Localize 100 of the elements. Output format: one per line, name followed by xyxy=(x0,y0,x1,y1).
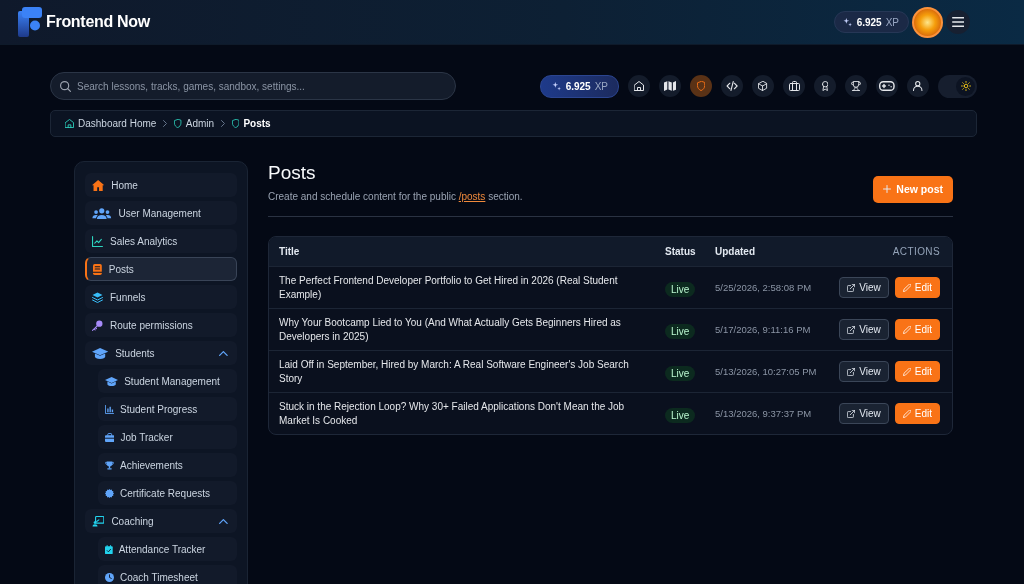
line-chart-icon xyxy=(92,235,103,247)
pencil-icon xyxy=(902,409,911,418)
briefcase-icon xyxy=(788,81,800,91)
house-icon xyxy=(634,81,644,91)
clock-icon xyxy=(105,572,114,582)
view-button[interactable]: View xyxy=(839,403,889,424)
updated-date: 5/13/2026, 9:37:37 PM xyxy=(714,408,813,419)
sidebar-item[interactable]: Student Progress xyxy=(98,397,237,421)
sidebar-item[interactable]: Funnels xyxy=(85,285,237,309)
toolbar-button[interactable] xyxy=(907,75,929,97)
house-icon xyxy=(65,119,74,128)
chevron-right-icon xyxy=(221,120,226,127)
sidebar-item[interactable]: Achievements xyxy=(98,453,237,477)
updated-date: 5/17/2026, 9:11:16 PM xyxy=(714,324,812,335)
toolbar-button[interactable] xyxy=(721,75,743,97)
page-description: Create and schedule content for the public /posts section. xyxy=(268,191,523,203)
post-title: The Perfect Frontend Developer Portfolio to Get Hired in 2026 (Real Student Example) xyxy=(278,273,619,302)
sidebar-item[interactable]: Student Management xyxy=(98,369,237,393)
code-icon xyxy=(725,81,739,91)
post-title: Stuck in the Rejection Loop? Why 30+ Failed Applications Don't Mean the Job Market Is Cooked xyxy=(278,399,626,428)
search-field[interactable]: Search lessons, tracks, games, sandbox, settings... xyxy=(50,72,456,100)
pencil-icon xyxy=(902,283,911,292)
trophy-icon xyxy=(105,460,114,470)
search-icon xyxy=(60,80,71,92)
sidebar-item[interactable]: Coaching xyxy=(85,509,237,533)
avatar[interactable] xyxy=(912,6,943,38)
sidebar-item[interactable]: Attendance Tracker xyxy=(98,537,237,561)
sidebar-item[interactable]: Home xyxy=(85,173,237,197)
toolbar-button[interactable] xyxy=(814,75,836,97)
toolbar-button[interactable] xyxy=(845,75,867,97)
user-icon xyxy=(913,81,923,91)
gamepad-icon xyxy=(879,81,895,91)
toolbar-button[interactable] xyxy=(783,75,805,97)
trophy-icon xyxy=(851,81,861,91)
status-badge: Live xyxy=(665,407,696,423)
view-button[interactable]: View xyxy=(839,277,889,298)
bar-chart-icon xyxy=(105,404,114,414)
post-title: Why Your Bootcamp Lied to You (And What Actually Gets Beginners Hired as Developers in 2025) xyxy=(278,315,622,344)
pencil-icon xyxy=(902,325,911,334)
map-icon xyxy=(663,81,677,91)
sun-icon xyxy=(960,81,971,91)
logo-icon xyxy=(18,7,42,37)
external-link-icon xyxy=(847,283,856,292)
sidebar-item[interactable]: Students xyxy=(85,341,237,365)
sidebar-item[interactable]: User Management xyxy=(85,201,237,225)
toolbar-button[interactable] xyxy=(628,75,650,97)
sparkles-icon xyxy=(843,17,853,27)
status-badge: Live xyxy=(665,281,696,297)
external-link-icon xyxy=(847,325,856,334)
sidebar-item[interactable]: Certificate Requests xyxy=(98,481,237,505)
users-icon xyxy=(92,207,112,219)
posts-link[interactable]: /posts xyxy=(458,191,486,202)
plus-icon xyxy=(883,185,892,193)
xp-unit: XP xyxy=(594,80,608,92)
column-header: ACTIONS xyxy=(891,246,941,257)
medal-icon xyxy=(821,81,829,91)
key-icon xyxy=(92,319,103,331)
toolbar-button[interactable] xyxy=(752,75,774,97)
toolbar-button[interactable] xyxy=(876,75,898,97)
breadcrumb-link[interactable]: Admin xyxy=(174,118,215,129)
toolbar-button[interactable] xyxy=(659,75,681,97)
pencil-icon xyxy=(902,367,911,376)
shield-icon xyxy=(174,119,182,128)
chevron-right-icon xyxy=(163,120,168,127)
shield-icon xyxy=(232,119,240,128)
layers-icon xyxy=(92,291,103,303)
status-badge: Live xyxy=(665,365,696,381)
page-title: Posts xyxy=(268,161,317,185)
breadcrumb-link[interactable]: Dashboard Home xyxy=(65,118,157,129)
updated-date: 5/13/2026, 10:27:05 PM xyxy=(714,366,818,377)
xp-value: 6.925 xyxy=(856,16,882,28)
menu-button[interactable] xyxy=(946,10,970,34)
sidebar-item[interactable]: Job Tracker xyxy=(98,425,237,449)
view-button[interactable]: View xyxy=(839,319,889,340)
calendar-check-icon xyxy=(105,544,113,554)
sidebar-item[interactable]: Route permissions xyxy=(85,313,237,337)
briefcase-icon xyxy=(105,432,115,442)
sparkles-icon xyxy=(552,81,562,91)
menu-icon xyxy=(951,17,965,27)
column-header: Updated xyxy=(714,246,756,257)
xp-unit: XP xyxy=(885,16,899,28)
theme-toggle[interactable] xyxy=(938,74,977,98)
sidebar-item[interactable]: Posts xyxy=(85,257,237,281)
seal-badge-icon xyxy=(105,488,114,498)
column-header: Status xyxy=(664,246,697,257)
breadcrumb-link[interactable]: Posts xyxy=(232,118,271,129)
external-link-icon xyxy=(847,367,856,376)
sidebar-item[interactable]: Coach Timesheet xyxy=(98,565,237,584)
sidebar-item[interactable]: Sales Analytics xyxy=(85,229,237,253)
chalkboard-icon xyxy=(92,515,105,527)
graduation-cap-icon xyxy=(92,347,109,359)
cube-icon xyxy=(758,81,768,91)
shield-icon xyxy=(696,81,706,91)
graduation-cap-icon xyxy=(105,376,119,386)
status-badge: Live xyxy=(665,323,696,339)
brand-name: Frontend Now xyxy=(46,13,150,31)
updated-date: 5/25/2026, 2:58:08 PM xyxy=(714,282,813,293)
post-title: Laid Off in September, Hired by March: A Real Software Engineer's Job Search Story xyxy=(278,357,630,386)
column-header: Title xyxy=(278,246,301,257)
view-button[interactable]: View xyxy=(839,361,889,382)
